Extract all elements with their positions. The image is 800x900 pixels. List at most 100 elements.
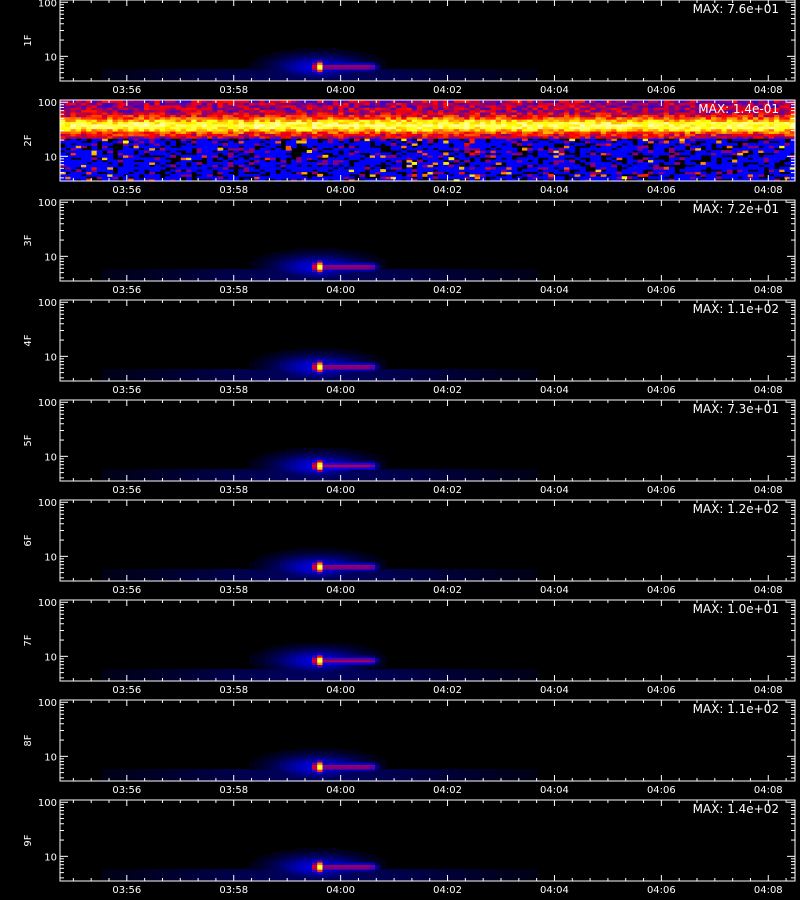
heatmap-cell	[301, 47, 308, 51]
heatmap-cell	[716, 176, 723, 180]
heatmap-cell	[165, 159, 171, 163]
heatmap-cell	[207, 140, 213, 144]
heatmap-cell	[390, 142, 397, 146]
heatmap-cell	[222, 269, 229, 273]
heatmap-cell	[527, 147, 534, 151]
heatmap-cell	[317, 166, 324, 170]
heatmap-cell	[574, 164, 581, 168]
heatmap-cell	[217, 157, 224, 161]
heatmap-cell	[516, 152, 523, 156]
heatmap-cell	[175, 69, 182, 73]
heatmap-cell	[243, 164, 250, 168]
heatmap-cell	[75, 169, 82, 173]
heatmap-cell	[128, 173, 135, 177]
heatmap-cell	[558, 176, 565, 180]
heatmap-cell	[621, 169, 628, 173]
heatmap-cell	[170, 147, 177, 151]
heatmap-cell	[243, 69, 250, 73]
heatmap-cell	[175, 147, 182, 151]
heatmap-cell	[333, 169, 339, 173]
heatmap-cell	[674, 173, 681, 177]
heatmap-cell	[128, 69, 135, 73]
heatmap-cell	[107, 69, 114, 73]
heatmap-cell	[695, 176, 702, 180]
heatmap-cell	[459, 161, 465, 165]
heatmap-cell	[259, 171, 266, 175]
heatmap-cell	[222, 69, 229, 73]
heatmap-cell	[217, 269, 224, 273]
heatmap-cell	[228, 69, 234, 73]
x-tick-label: 04:04	[540, 185, 569, 196]
heatmap-cell	[690, 166, 696, 170]
heatmap-cell	[721, 157, 728, 161]
heatmap-cell	[165, 171, 171, 175]
heatmap-cell	[516, 142, 523, 146]
heatmap-cell	[186, 142, 192, 146]
heatmap-cell	[154, 157, 161, 161]
heatmap-cell	[306, 47, 313, 51]
heatmap-cell	[464, 166, 471, 170]
heatmap-cell	[443, 173, 450, 177]
heatmap-cell	[396, 173, 402, 177]
heatmap-cell	[632, 152, 639, 156]
heatmap-cell	[480, 161, 486, 165]
heatmap-cell	[102, 173, 108, 177]
heatmap-cell	[81, 142, 87, 146]
heatmap-cell	[317, 47, 324, 51]
heatmap-cell	[548, 173, 555, 177]
heatmap-cell	[600, 161, 607, 165]
heatmap-cell	[180, 269, 187, 273]
heatmap-cell	[459, 166, 465, 170]
heatmap-cell	[779, 166, 786, 170]
heatmap-cell	[191, 269, 198, 273]
heatmap-cell	[238, 269, 245, 273]
heatmap-cell	[301, 152, 308, 156]
heatmap-cell	[123, 140, 129, 144]
heatmap-cell	[117, 159, 124, 163]
heatmap-cell	[553, 169, 560, 173]
heatmap-cell	[264, 54, 271, 58]
heatmap-cell	[343, 169, 350, 173]
heatmap-cell	[711, 171, 717, 175]
heatmap-cell	[495, 150, 502, 154]
heatmap-cell	[338, 142, 345, 146]
heatmap-cell	[317, 159, 324, 163]
heatmap-cell	[543, 140, 549, 144]
heatmap-cell	[144, 69, 150, 73]
heatmap-cell	[758, 140, 765, 144]
heatmap-cell	[191, 154, 198, 158]
heatmap-cell	[170, 164, 177, 168]
heatmap-cell	[207, 269, 213, 273]
heatmap-cell	[464, 69, 471, 73]
heatmap-cell	[285, 171, 292, 175]
heatmap-cell	[233, 269, 240, 273]
heatmap-cell	[233, 142, 240, 146]
heatmap-cell	[611, 142, 618, 146]
heatmap-cell	[275, 166, 282, 170]
heatmap-cell	[102, 269, 108, 273]
heatmap-cell	[60, 152, 66, 156]
heatmap-cell	[574, 142, 581, 146]
heatmap-cell	[228, 269, 234, 273]
heatmap-cells	[102, 247, 539, 282]
heatmap-cell	[133, 69, 140, 73]
heatmap-cell	[459, 152, 465, 156]
heatmap-cell	[186, 69, 192, 73]
heatmap-cell	[201, 69, 208, 73]
heatmap-cell	[396, 152, 402, 156]
heatmap-cell	[669, 154, 675, 158]
heatmap-cell	[296, 166, 303, 170]
heatmap-cell	[732, 166, 738, 170]
heatmap-cell	[564, 140, 570, 144]
x-tick-label: 04:00	[326, 185, 355, 196]
heatmap-cell	[726, 150, 733, 154]
heatmap-cell	[469, 161, 476, 165]
heatmap-cell	[590, 171, 597, 175]
heatmap-cell	[228, 161, 234, 165]
heatmap-cell	[254, 173, 261, 177]
heatmap-cell	[663, 140, 670, 144]
heatmap-cell	[642, 161, 649, 165]
heatmap-cell	[774, 142, 780, 146]
heatmap-cell	[784, 173, 791, 177]
heatmap-cell	[453, 69, 460, 73]
